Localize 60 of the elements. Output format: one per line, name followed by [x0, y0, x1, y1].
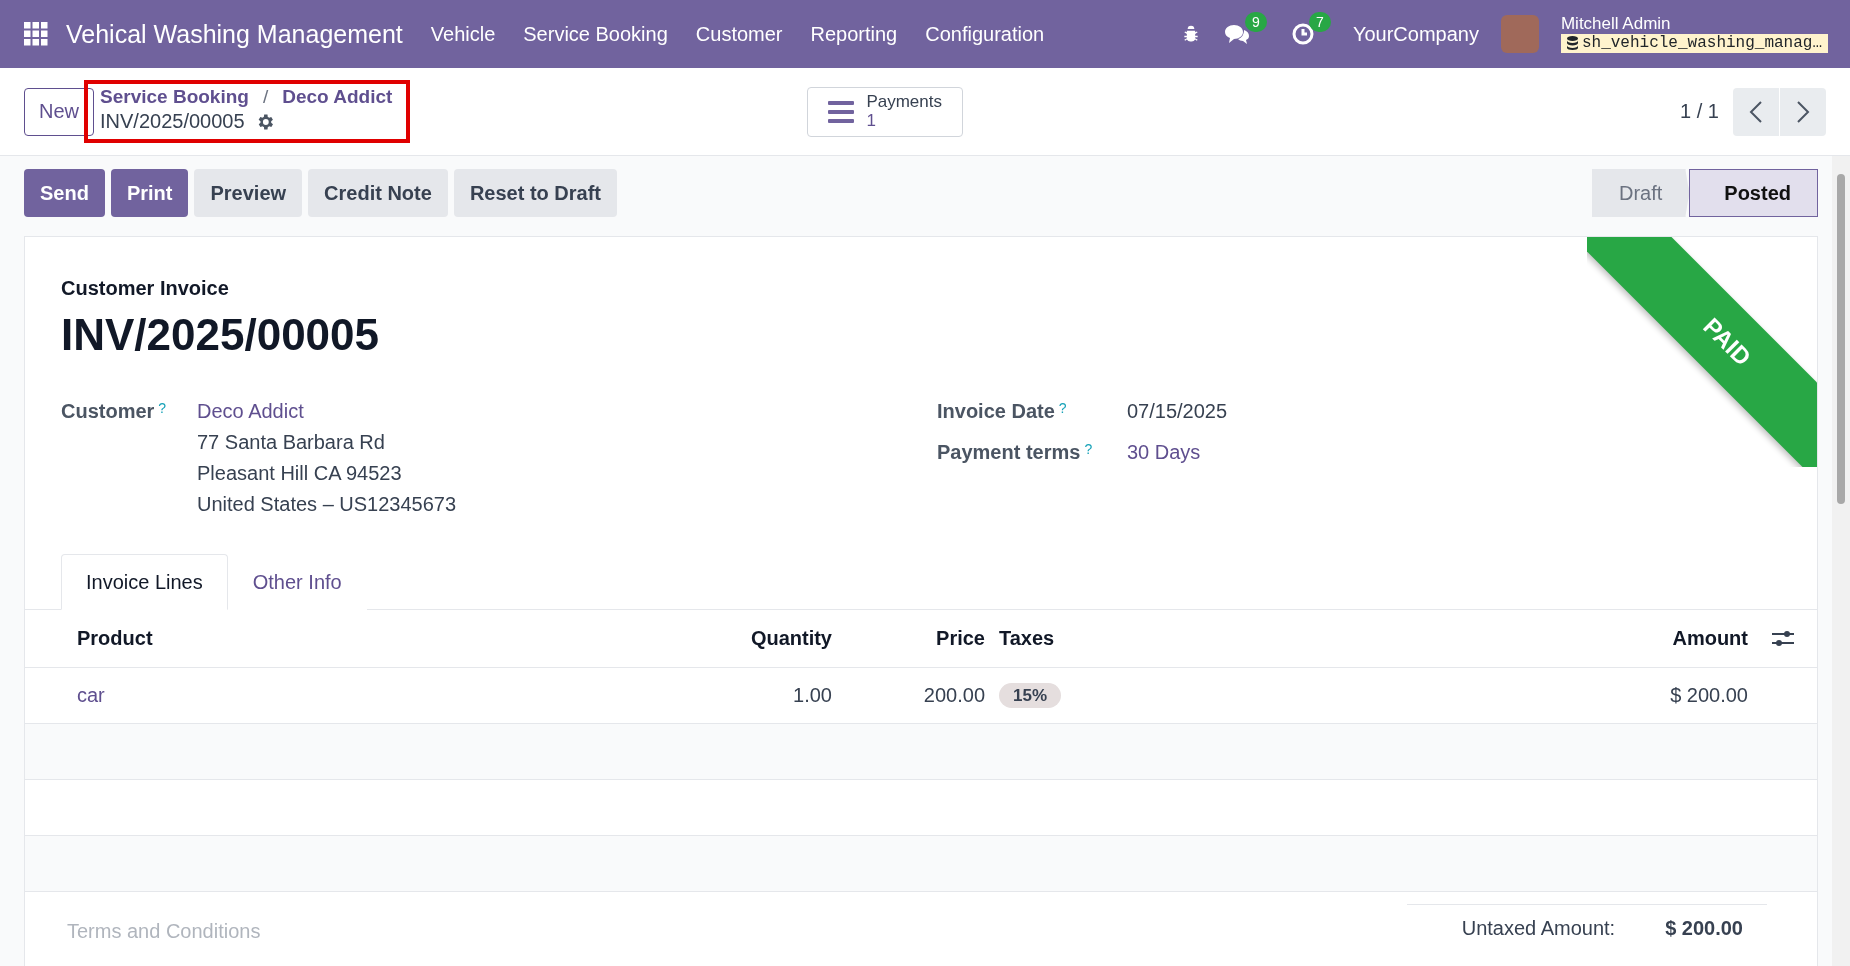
- action-button[interactable]: Reset to Draft: [453, 169, 617, 217]
- new-button[interactable]: New: [24, 87, 94, 136]
- address-line: Pleasant Hill CA 94523: [197, 462, 403, 485]
- product-link[interactable]: car: [77, 684, 105, 706]
- payments-smart-button[interactable]: Payments 1: [807, 86, 963, 137]
- breadcrumb-link[interactable]: Deco Addict: [282, 86, 393, 108]
- app-grid-icon[interactable]: [24, 22, 48, 46]
- total-label: Untaxed Amount:: [1461, 917, 1616, 940]
- menu-item[interactable]: Vehicle: [416, 22, 510, 46]
- form-tab[interactable]: Invoice Lines: [61, 554, 228, 610]
- field-label: Customer: [61, 400, 155, 423]
- document-type: Customer Invoice: [61, 277, 230, 300]
- invoice-number: INV/2025/00005: [61, 310, 380, 360]
- action-button[interactable]: Send: [24, 169, 105, 217]
- menu-item[interactable]: Configuration: [911, 22, 1059, 46]
- breadcrumb-link[interactable]: Service Booking: [100, 86, 249, 108]
- column-header[interactable]: Taxes: [985, 627, 1568, 650]
- table-cell-text: $ 200.00: [1669, 684, 1748, 707]
- address-line: United States – US12345673: [197, 493, 457, 516]
- column-header[interactable]: Quantity: [712, 627, 832, 650]
- list-icon: [828, 100, 855, 123]
- menu-item[interactable]: Service Booking: [509, 22, 682, 46]
- sliders-icon[interactable]: [1771, 629, 1794, 648]
- column-header[interactable]: Product: [77, 627, 712, 650]
- column-header[interactable]: Price: [832, 627, 985, 650]
- action-button[interactable]: Credit Note: [308, 169, 448, 217]
- pager-counter[interactable]: 1 / 1: [1680, 100, 1719, 123]
- customer-link[interactable]: Deco Addict: [197, 400, 457, 423]
- status-stage[interactable]: Draft: [1591, 169, 1690, 217]
- chevron-left-icon: [1749, 100, 1763, 123]
- breadcrumb-separator: /: [262, 86, 269, 108]
- column-header[interactable]: Amount: [1568, 627, 1748, 650]
- message-count-badge: 9: [1244, 12, 1267, 32]
- tax-tag: 15%: [999, 682, 1062, 708]
- status-stage[interactable]: Posted: [1689, 169, 1818, 217]
- clock-icon[interactable]: [1290, 22, 1315, 46]
- menu-item[interactable]: Customer: [681, 22, 797, 46]
- table-cell-text: 1.00: [792, 684, 832, 707]
- field-label: Payment terms: [937, 441, 1081, 464]
- menu-item[interactable]: Reporting: [796, 22, 912, 46]
- chat-icon[interactable]: [1222, 22, 1251, 46]
- company-name[interactable]: YourCompany: [1352, 22, 1479, 46]
- record-name: INV/2025/00005: [100, 110, 245, 133]
- field-value[interactable]: 30 Days: [1127, 441, 1201, 464]
- chevron-right-icon: [1796, 100, 1810, 123]
- address-line: 77 Santa Barbara Rd: [197, 431, 386, 454]
- app-title[interactable]: Vehical Washing Management: [66, 19, 403, 49]
- database-icon: [1566, 36, 1578, 51]
- action-button[interactable]: Print: [110, 169, 189, 217]
- field-label: Invoice Date: [937, 400, 1055, 423]
- field-value: 07/15/2025: [1127, 400, 1228, 423]
- user-name[interactable]: Mitchell Admin: [1560, 14, 1828, 34]
- table-cell-text: 200.00: [922, 684, 985, 707]
- next-button[interactable]: [1780, 87, 1826, 136]
- activity-count-badge: 7: [1308, 12, 1331, 32]
- total-value: $ 200.00: [1665, 917, 1743, 940]
- previous-button[interactable]: [1733, 87, 1779, 136]
- scrollbar-drawing[interactable]: [1836, 174, 1846, 504]
- action-button[interactable]: Preview: [194, 169, 303, 217]
- database-text: sh_vehicle_washing_manag…: [1581, 34, 1822, 53]
